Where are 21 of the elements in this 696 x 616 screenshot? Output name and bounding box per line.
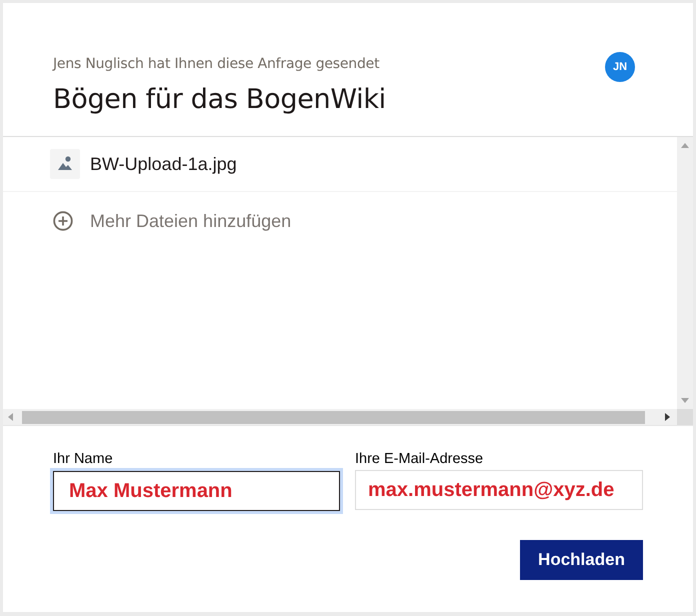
- add-files-label: Mehr Dateien hinzufügen: [90, 210, 292, 233]
- upload-button[interactable]: Hochladen: [520, 540, 643, 580]
- file-row[interactable]: BW-Upload-1a.jpg: [3, 137, 677, 192]
- vertical-scrollbar[interactable]: [677, 137, 693, 409]
- field-label: Ihr Name: [53, 450, 114, 468]
- text-input[interactable]: Max Mustermann: [53, 471, 340, 511]
- plus-circle-icon: [53, 211, 73, 231]
- request-title: Bögen für das BogenWiki: [53, 84, 386, 116]
- horizontal-scrollbar[interactable]: [3, 409, 677, 425]
- scrollbar-thumb[interactable]: [22, 410, 645, 424]
- scroll-up-icon[interactable]: [681, 143, 689, 148]
- file-name: BW-Upload-1a.jpg: [90, 152, 237, 176]
- field-label: Ihre E-Mail-Adresse: [355, 450, 484, 468]
- scroll-left-icon[interactable]: [8, 413, 13, 421]
- text-input[interactable]: max.mustermann@xyz.de: [355, 470, 643, 510]
- image-file-icon: [50, 149, 80, 179]
- scroll-down-icon[interactable]: [681, 398, 689, 403]
- scroll-right-icon[interactable]: [665, 413, 670, 421]
- avatar[interactable]: JN: [605, 52, 635, 82]
- add-files-row[interactable]: Mehr Dateien hinzufügen: [3, 192, 677, 250]
- sender-line: Jens Nuglisch hat Ihnen diese Anfrage gesendet: [53, 55, 380, 74]
